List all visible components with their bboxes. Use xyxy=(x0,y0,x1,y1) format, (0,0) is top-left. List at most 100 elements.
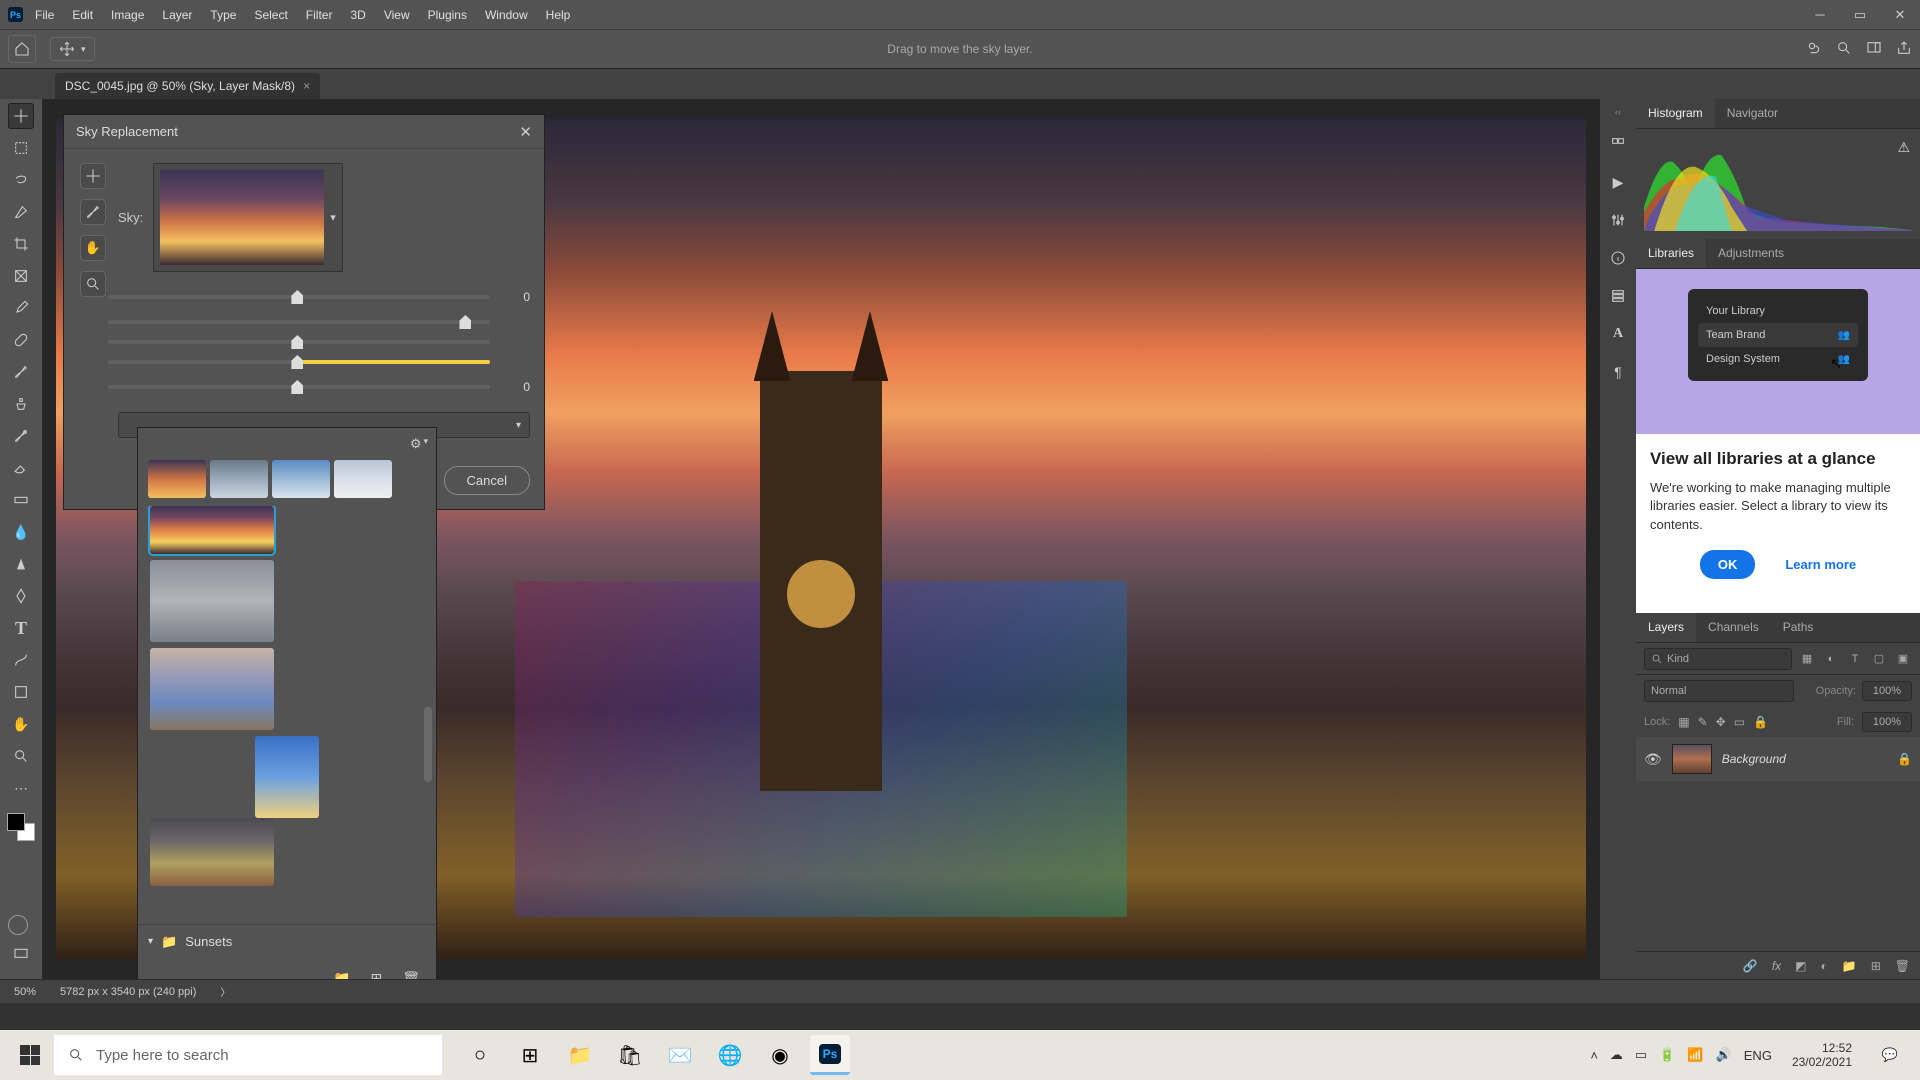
filter-shape-icon[interactable]: ▢ xyxy=(1870,650,1888,668)
taskbar-taskview-icon[interactable]: ⊞ xyxy=(510,1035,550,1075)
menu-layer[interactable]: Layer xyxy=(162,8,192,22)
canvas[interactable]: Sky Replacement ✕ ✋ Sky: ▾ xyxy=(42,99,1600,979)
filter-smart-icon[interactable]: ▣ xyxy=(1894,650,1912,668)
slider-scale[interactable] xyxy=(108,385,490,389)
histogram-warning-icon[interactable]: ⚠ xyxy=(1897,139,1910,156)
layer-name-label[interactable]: Background xyxy=(1722,752,1786,766)
scrollbar-thumb[interactable] xyxy=(424,707,432,782)
tray-onedrive-icon[interactable]: ☁ xyxy=(1610,1047,1623,1063)
preset-list[interactable] xyxy=(138,506,436,924)
taskbar-explorer-icon[interactable]: 📁 xyxy=(560,1035,600,1075)
tray-clock[interactable]: 12:52 23/02/2021 xyxy=(1784,1041,1860,1070)
taskbar-photoshop-icon[interactable]: Ps xyxy=(810,1035,850,1075)
new-preset-icon[interactable]: ⊞ xyxy=(370,970,382,980)
layer-thumbnail[interactable] xyxy=(1672,744,1712,774)
taskbar-edge-icon[interactable]: 🌐 xyxy=(710,1035,750,1075)
menu-window[interactable]: Window xyxy=(485,8,528,22)
sky-move-tool[interactable] xyxy=(80,163,106,189)
preset-thumb[interactable] xyxy=(150,648,274,730)
tool-path[interactable] xyxy=(8,647,34,673)
tab-adjustments[interactable]: Adjustments xyxy=(1706,239,1796,268)
tool-marquee[interactable] xyxy=(8,135,34,161)
tray-battery-icon[interactable]: 🔋 xyxy=(1659,1047,1675,1063)
preset-thumb[interactable] xyxy=(150,560,274,642)
taskbar-mail-icon[interactable]: ✉️ xyxy=(660,1035,700,1075)
tab-paths[interactable]: Paths xyxy=(1771,613,1826,642)
tool-hand[interactable]: ✋ xyxy=(8,711,34,737)
tray-meet-now-icon[interactable]: ▭ xyxy=(1635,1047,1647,1063)
menu-edit[interactable]: Edit xyxy=(72,8,93,22)
preset-thumb[interactable] xyxy=(150,818,274,886)
status-flyout-icon[interactable]: 〉 xyxy=(220,984,230,999)
lock-transparent-icon[interactable]: ▦ xyxy=(1678,715,1689,729)
filter-type-icon[interactable]: T xyxy=(1846,650,1864,668)
tool-move[interactable] xyxy=(8,103,34,129)
lock-artboard-icon[interactable]: ▭ xyxy=(1734,715,1745,729)
panel-icon-properties[interactable] xyxy=(1607,133,1629,155)
search-icon[interactable] xyxy=(1836,40,1852,59)
tray-overflow-icon[interactable]: ˄ xyxy=(1590,1048,1598,1063)
import-folder-icon[interactable]: 📁 xyxy=(333,970,350,980)
gear-icon[interactable]: ⚙ xyxy=(410,436,422,452)
filter-adjust-icon[interactable]: ◐ xyxy=(1822,650,1840,668)
start-button[interactable] xyxy=(6,1035,54,1075)
tool-blur[interactable]: 💧 xyxy=(8,519,34,545)
preset-thumb-selected[interactable] xyxy=(150,506,274,554)
panel-icon-styles[interactable] xyxy=(1607,285,1629,307)
taskbar-search-input[interactable]: Type here to search xyxy=(54,1035,442,1075)
panel-icon-info[interactable] xyxy=(1607,247,1629,269)
menu-view[interactable]: View xyxy=(384,8,410,22)
tool-eyedropper[interactable] xyxy=(8,295,34,321)
menu-filter[interactable]: Filter xyxy=(306,8,333,22)
quick-mask-toggle[interactable] xyxy=(8,915,28,935)
share-icon[interactable] xyxy=(1896,40,1912,59)
lock-all-icon[interactable]: 🔒 xyxy=(1753,715,1768,729)
foreground-color-swatch[interactable] xyxy=(7,813,25,831)
panel-icon-paragraph[interactable]: ¶ xyxy=(1607,361,1629,383)
tool-crop[interactable] xyxy=(8,231,34,257)
screen-mode-button[interactable] xyxy=(8,941,34,967)
lock-position-icon[interactable]: ✥ xyxy=(1716,715,1726,729)
tray-wifi-icon[interactable]: 📶 xyxy=(1687,1047,1703,1063)
libraries-ok-button[interactable]: OK xyxy=(1700,550,1756,579)
tray-language[interactable]: ENG xyxy=(1744,1048,1772,1063)
tray-notifications-icon[interactable]: 💬 xyxy=(1872,1037,1908,1073)
slider-temperature[interactable] xyxy=(108,360,490,364)
tool-type[interactable]: T xyxy=(8,615,34,641)
current-tool-indicator[interactable]: ▾ xyxy=(50,37,95,61)
tool-clone[interactable] xyxy=(8,391,34,417)
cancel-button[interactable]: Cancel xyxy=(444,466,530,495)
tool-frame[interactable] xyxy=(8,263,34,289)
tab-channels[interactable]: Channels xyxy=(1696,613,1771,642)
layer-filter-kind-dropdown[interactable]: Kind xyxy=(1644,648,1792,670)
menu-file[interactable]: File xyxy=(35,8,54,22)
dialog-close-button[interactable]: ✕ xyxy=(519,123,532,141)
slider-shift-edge[interactable] xyxy=(108,295,490,299)
recent-preset-thumb[interactable] xyxy=(272,460,330,498)
sky-brush-tool[interactable] xyxy=(80,199,106,225)
tool-lasso[interactable] xyxy=(8,167,34,193)
layer-mask-icon[interactable]: ◩ xyxy=(1795,959,1806,973)
tool-pen[interactable] xyxy=(8,583,34,609)
tab-histogram[interactable]: Histogram xyxy=(1636,99,1715,128)
minimize-button[interactable]: ─ xyxy=(1800,0,1840,29)
close-tab-icon[interactable]: × xyxy=(303,79,310,93)
adjustment-layer-icon[interactable]: ◐ xyxy=(1821,959,1828,973)
preset-thumb[interactable] xyxy=(255,736,319,818)
home-button[interactable] xyxy=(8,35,36,63)
visibility-toggle-icon[interactable]: 👁 xyxy=(1644,751,1662,768)
recent-preset-thumb[interactable] xyxy=(148,460,206,498)
panel-icon-adjustments[interactable] xyxy=(1607,209,1629,231)
tool-healing[interactable] xyxy=(8,327,34,353)
taskbar-store-icon[interactable]: 🛍 xyxy=(610,1035,650,1075)
dialog-titlebar[interactable]: Sky Replacement ✕ xyxy=(64,115,544,149)
slider-fade-edge[interactable] xyxy=(108,320,490,324)
foreground-background-swatch[interactable] xyxy=(7,813,35,841)
sky-hand-tool[interactable]: ✋ xyxy=(80,235,106,261)
tab-navigator[interactable]: Navigator xyxy=(1715,99,1790,128)
new-group-icon[interactable]: 📁 xyxy=(1842,959,1857,973)
recent-preset-thumb[interactable] xyxy=(210,460,268,498)
panel-icon-character[interactable]: A xyxy=(1607,323,1629,345)
link-layers-icon[interactable]: 🔗 xyxy=(1743,959,1758,973)
libraries-learn-link[interactable]: Learn more xyxy=(1785,557,1856,572)
